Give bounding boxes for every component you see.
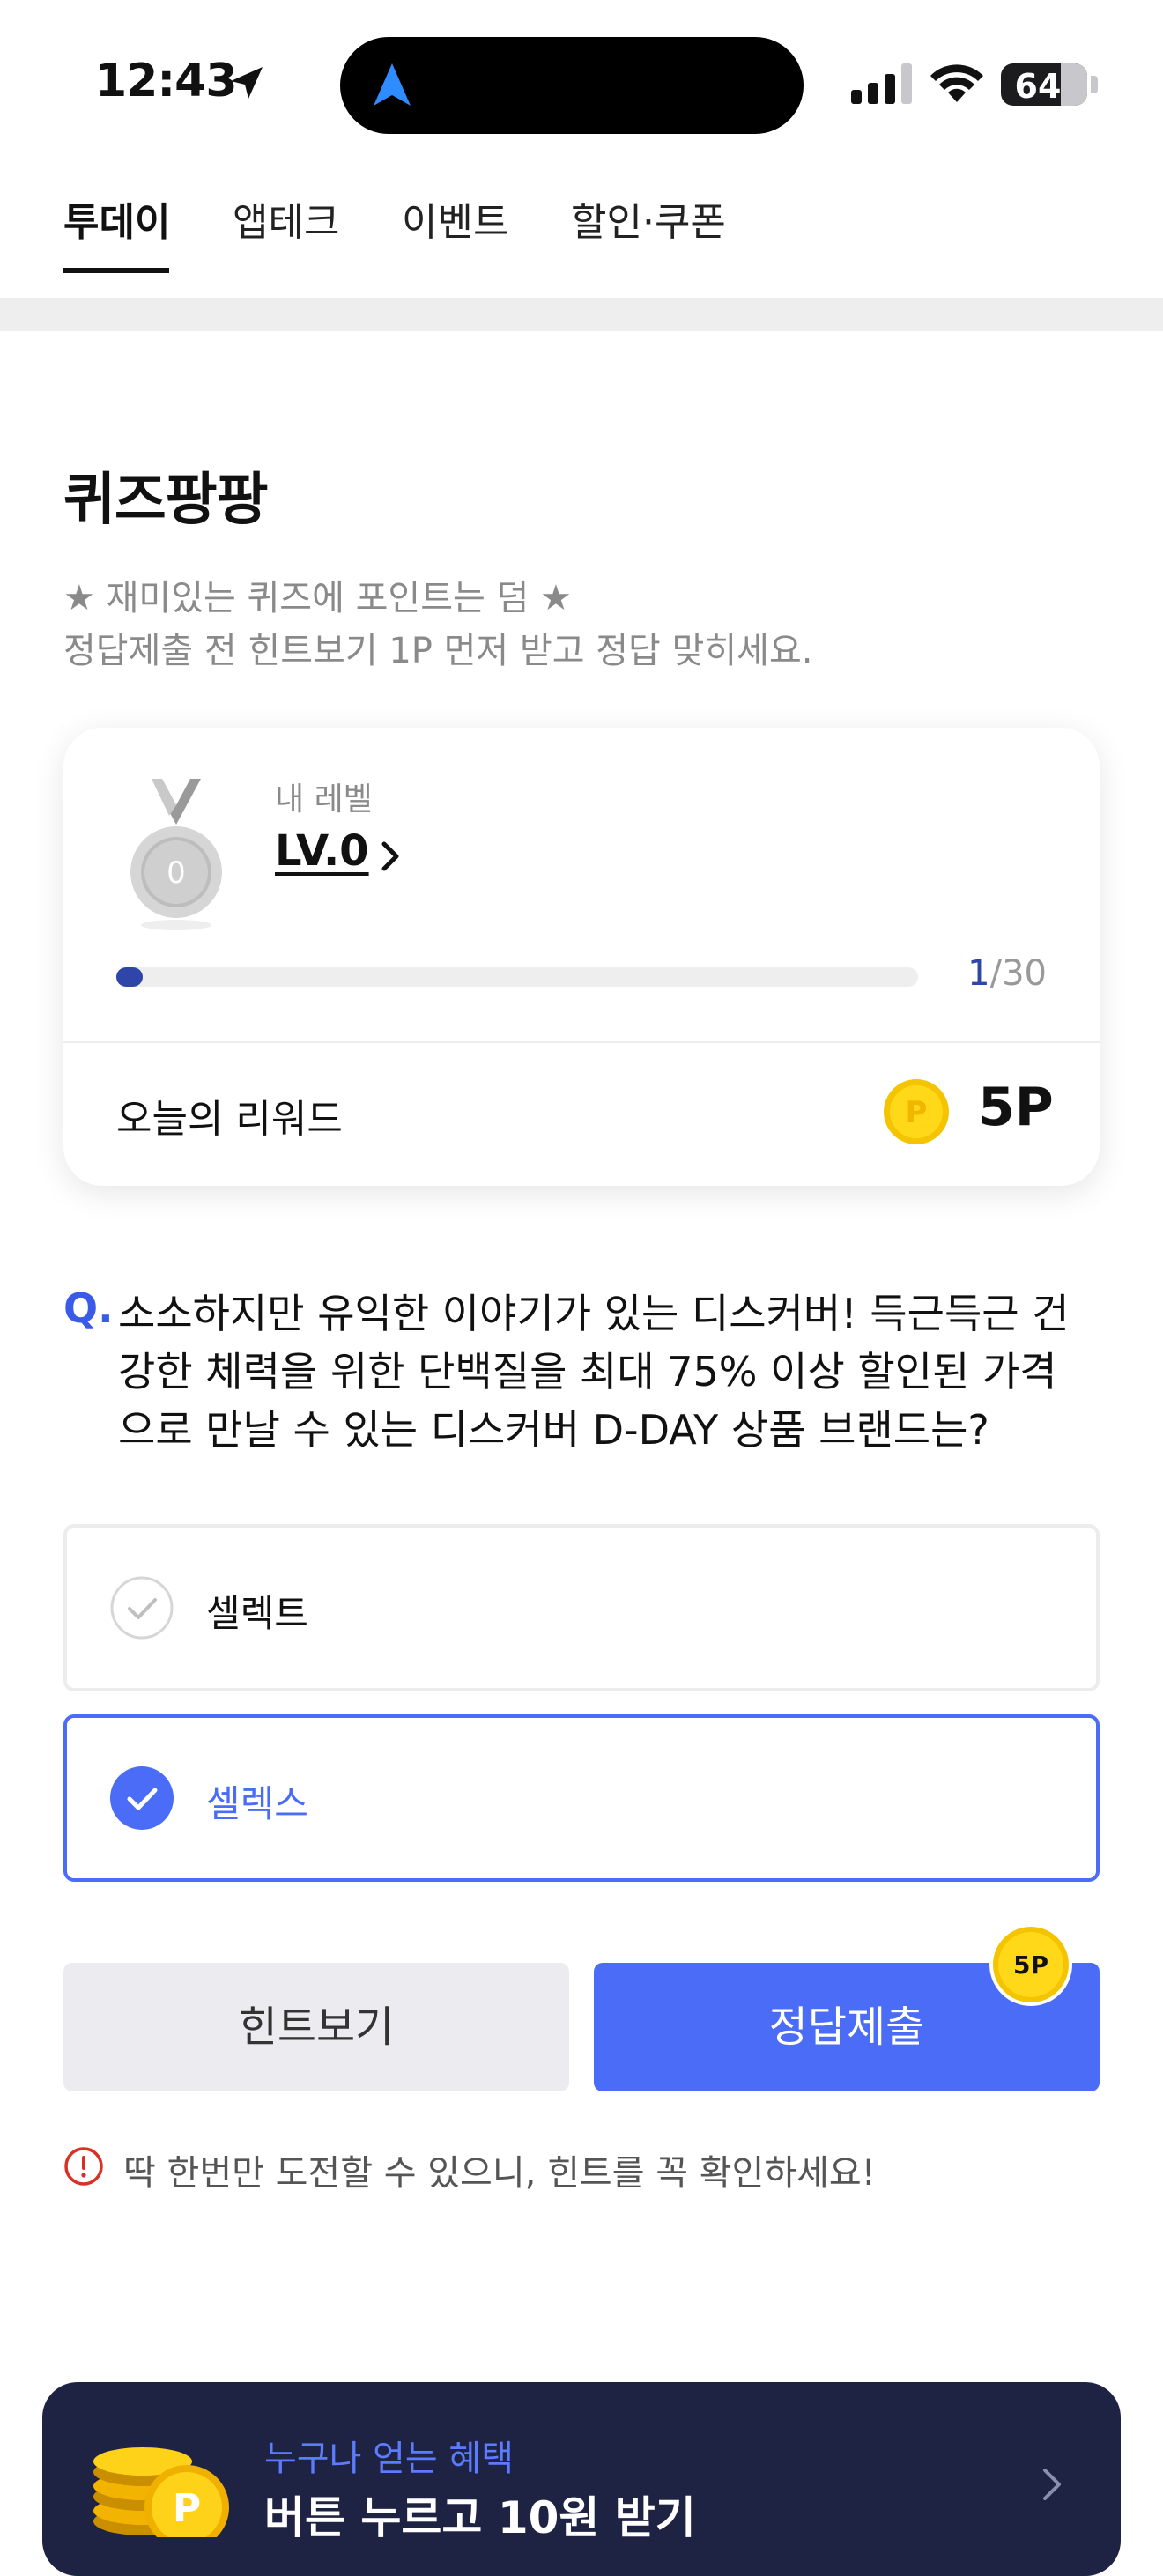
tab-apptech[interactable]: 앱테크 bbox=[233, 190, 339, 247]
chevron-right-icon[interactable] bbox=[379, 839, 402, 874]
active-tab-indicator bbox=[63, 268, 169, 273]
hint-button[interactable]: 힌트보기 bbox=[63, 1963, 569, 2091]
banner-title: 버튼 누르고 10원 받기 bbox=[264, 2492, 696, 2543]
battery-level: 64 bbox=[1014, 67, 1062, 106]
svg-text:P: P bbox=[173, 2486, 201, 2531]
level-value-link[interactable]: LV.0 bbox=[275, 826, 369, 876]
battery-cap bbox=[1091, 76, 1098, 93]
section-divider bbox=[0, 298, 1163, 331]
tab-event[interactable]: 이벤트 bbox=[402, 190, 508, 247]
card-divider bbox=[63, 1041, 1100, 1043]
answer-option-1-label: 셀렉트 bbox=[206, 1592, 308, 1635]
cellular-signal-icon bbox=[851, 63, 912, 104]
answer-option-2-label: 셀렉스 bbox=[206, 1782, 308, 1825]
today-reward-value: 5P bbox=[978, 1077, 1054, 1138]
warning-text: 딱 한번만 도전할 수 있으니, 힌트를 꼭 확인하세요! bbox=[123, 2153, 876, 2194]
navigation-arrow-icon bbox=[374, 63, 411, 106]
level-progress-text: 1/30 bbox=[952, 953, 1047, 994]
submit-badge-text: 5P bbox=[1013, 1951, 1048, 1980]
coin-icon: P bbox=[884, 1079, 949, 1144]
question-mark-label: Q. bbox=[63, 1284, 114, 1332]
subtitle-line-1: ★ 재미있는 퀴즈에 포인트는 덤 ★ bbox=[63, 578, 572, 618]
level-progress-bar bbox=[116, 967, 918, 987]
question-line-3: 으로 만날 수 있는 디스커버 D-DAY 상품 브랜드는? bbox=[118, 1406, 989, 1454]
battery-icon: 64 bbox=[1001, 63, 1087, 106]
progress-current: 1 bbox=[967, 953, 990, 994]
page-title: 퀴즈팡팡 bbox=[63, 468, 269, 533]
status-time: 12:43 bbox=[95, 55, 238, 107]
medal-icon: 0 bbox=[130, 779, 222, 930]
level-progress-fill bbox=[116, 967, 144, 987]
warning-icon bbox=[64, 2147, 103, 2186]
today-reward-label: 오늘의 리워드 bbox=[116, 1097, 343, 1142]
progress-total: /30 bbox=[989, 953, 1047, 994]
unchecked-circle-icon[interactable] bbox=[109, 1575, 174, 1640]
level-label: 내 레벨 bbox=[275, 781, 373, 818]
subtitle-line-2: 정답제출 전 힌트보기 1P 먼저 받고 정답 맞히세요. bbox=[63, 631, 813, 671]
points-badge-icon: 5P bbox=[989, 1923, 1072, 2006]
wifi-icon bbox=[930, 64, 983, 102]
question-line-2: 강한 체력을 위한 단백질을 최대 75% 이상 할인된 가격 bbox=[118, 1348, 1057, 1395]
svg-text:P: P bbox=[906, 1095, 928, 1130]
chevron-right-icon[interactable] bbox=[1041, 2467, 1063, 2502]
checked-circle-icon[interactable] bbox=[109, 1765, 174, 1831]
tab-discount-coupon[interactable]: 할인·쿠폰 bbox=[571, 190, 726, 247]
coin-stack-icon: P bbox=[93, 2447, 229, 2537]
tab-today[interactable]: 투데이 bbox=[63, 190, 170, 247]
question-line-1: 소소하지만 유익한 이야기가 있는 디스커버! 득근득근 건 bbox=[118, 1290, 1070, 1337]
medal-number: 0 bbox=[167, 855, 186, 891]
banner-subtitle: 누구나 얻는 혜택 bbox=[264, 2439, 515, 2479]
location-arrow-icon bbox=[231, 67, 263, 99]
